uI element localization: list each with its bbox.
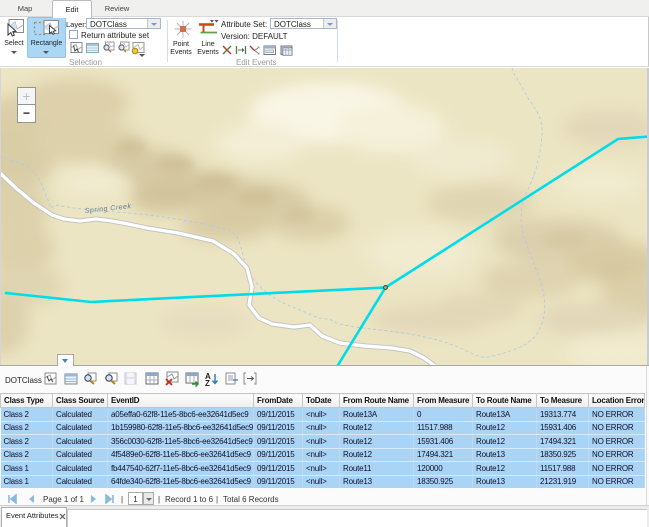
svg-text:Z: Z <box>205 379 210 387</box>
